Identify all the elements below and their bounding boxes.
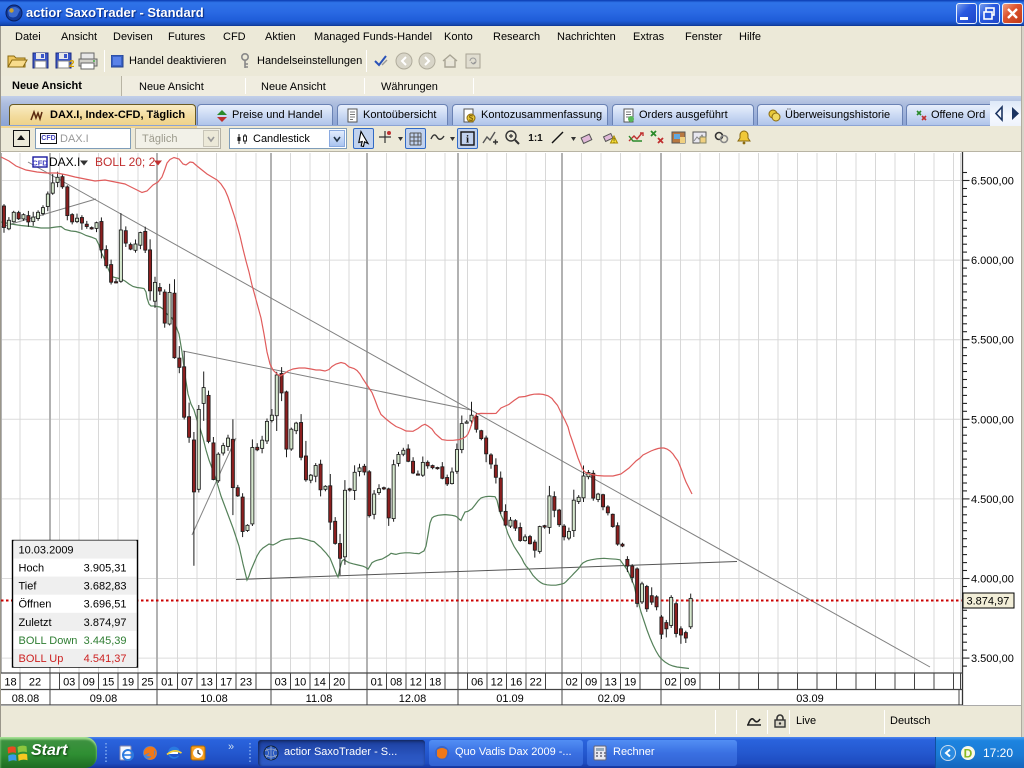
svg-text:BOLL Up: BOLL Up bbox=[19, 653, 64, 665]
svg-text:09.08: 09.08 bbox=[90, 693, 118, 705]
svg-text:!: ! bbox=[613, 138, 615, 145]
svg-text:03: 03 bbox=[275, 677, 287, 689]
svg-text:4.500,00: 4.500,00 bbox=[971, 494, 1014, 506]
svg-text:CFD: CFD bbox=[32, 159, 48, 168]
svg-text:08.08: 08.08 bbox=[12, 693, 40, 705]
svg-text:$: $ bbox=[469, 114, 474, 123]
svg-text:3.696,51: 3.696,51 bbox=[84, 599, 127, 611]
svg-text:17: 17 bbox=[220, 677, 232, 689]
svg-text:i: i bbox=[466, 134, 469, 146]
svg-text:5.500,00: 5.500,00 bbox=[971, 335, 1014, 347]
svg-text:14: 14 bbox=[314, 677, 326, 689]
svg-text:09: 09 bbox=[684, 677, 696, 689]
svg-text:08: 08 bbox=[390, 677, 402, 689]
svg-text:3.905,31: 3.905,31 bbox=[84, 563, 127, 575]
svg-text:02: 02 bbox=[566, 677, 578, 689]
svg-text:5.000,00: 5.000,00 bbox=[971, 414, 1014, 426]
svg-text:16: 16 bbox=[510, 677, 522, 689]
svg-text:3.874,97: 3.874,97 bbox=[84, 617, 127, 629]
svg-text:3.445,39: 3.445,39 bbox=[84, 635, 127, 647]
svg-text:13: 13 bbox=[201, 677, 213, 689]
svg-text:6.000,00: 6.000,00 bbox=[971, 255, 1014, 267]
svg-text:3.500,00: 3.500,00 bbox=[971, 653, 1014, 665]
svg-text:13: 13 bbox=[605, 677, 617, 689]
svg-text:22: 22 bbox=[530, 677, 542, 689]
svg-text:6.500,00: 6.500,00 bbox=[971, 176, 1014, 188]
svg-text:3.682,83: 3.682,83 bbox=[84, 581, 127, 593]
svg-text:3.874,97: 3.874,97 bbox=[967, 596, 1010, 608]
svg-text:01.09: 01.09 bbox=[496, 693, 524, 705]
svg-text:07: 07 bbox=[181, 677, 193, 689]
svg-text:2: 2 bbox=[69, 59, 74, 70]
svg-text:19: 19 bbox=[624, 677, 636, 689]
svg-text:19: 19 bbox=[122, 677, 134, 689]
svg-text:01: 01 bbox=[371, 677, 383, 689]
svg-text:4.000,00: 4.000,00 bbox=[971, 574, 1014, 586]
svg-text:02.09: 02.09 bbox=[598, 693, 626, 705]
svg-text:10: 10 bbox=[294, 677, 306, 689]
svg-text:Tief: Tief bbox=[19, 581, 38, 593]
svg-text:10.03.2009: 10.03.2009 bbox=[19, 545, 74, 557]
svg-text:03: 03 bbox=[63, 677, 75, 689]
svg-text:10.08: 10.08 bbox=[200, 693, 228, 705]
svg-text:11.08: 11.08 bbox=[306, 693, 333, 705]
svg-text:09: 09 bbox=[585, 677, 597, 689]
svg-text:01: 01 bbox=[161, 677, 173, 689]
svg-text:06: 06 bbox=[471, 677, 483, 689]
svg-text:DAX.I: DAX.I bbox=[49, 155, 80, 169]
svg-text:4.541,37: 4.541,37 bbox=[84, 653, 127, 665]
svg-text:1:1: 1:1 bbox=[528, 133, 543, 144]
svg-text:Öffnen: Öffnen bbox=[19, 599, 52, 611]
svg-text:18: 18 bbox=[429, 677, 441, 689]
svg-text:12: 12 bbox=[491, 677, 503, 689]
svg-text:D: D bbox=[964, 747, 973, 761]
svg-text:20: 20 bbox=[333, 677, 345, 689]
svg-text:12.08: 12.08 bbox=[399, 693, 427, 705]
svg-text:03.09: 03.09 bbox=[796, 693, 824, 705]
svg-text:22: 22 bbox=[29, 677, 41, 689]
svg-text:BOLL 20; 2: BOLL 20; 2 bbox=[95, 155, 156, 169]
svg-text:23: 23 bbox=[240, 677, 252, 689]
svg-text:02: 02 bbox=[665, 677, 677, 689]
svg-text:Zuletzt: Zuletzt bbox=[19, 617, 52, 629]
svg-text:BOLL Down: BOLL Down bbox=[19, 635, 78, 647]
svg-text:Hoch: Hoch bbox=[19, 563, 45, 575]
svg-text:09: 09 bbox=[83, 677, 95, 689]
svg-text:15: 15 bbox=[102, 677, 114, 689]
svg-text:25: 25 bbox=[141, 677, 153, 689]
svg-text:12: 12 bbox=[410, 677, 422, 689]
svg-text:18: 18 bbox=[4, 677, 16, 689]
